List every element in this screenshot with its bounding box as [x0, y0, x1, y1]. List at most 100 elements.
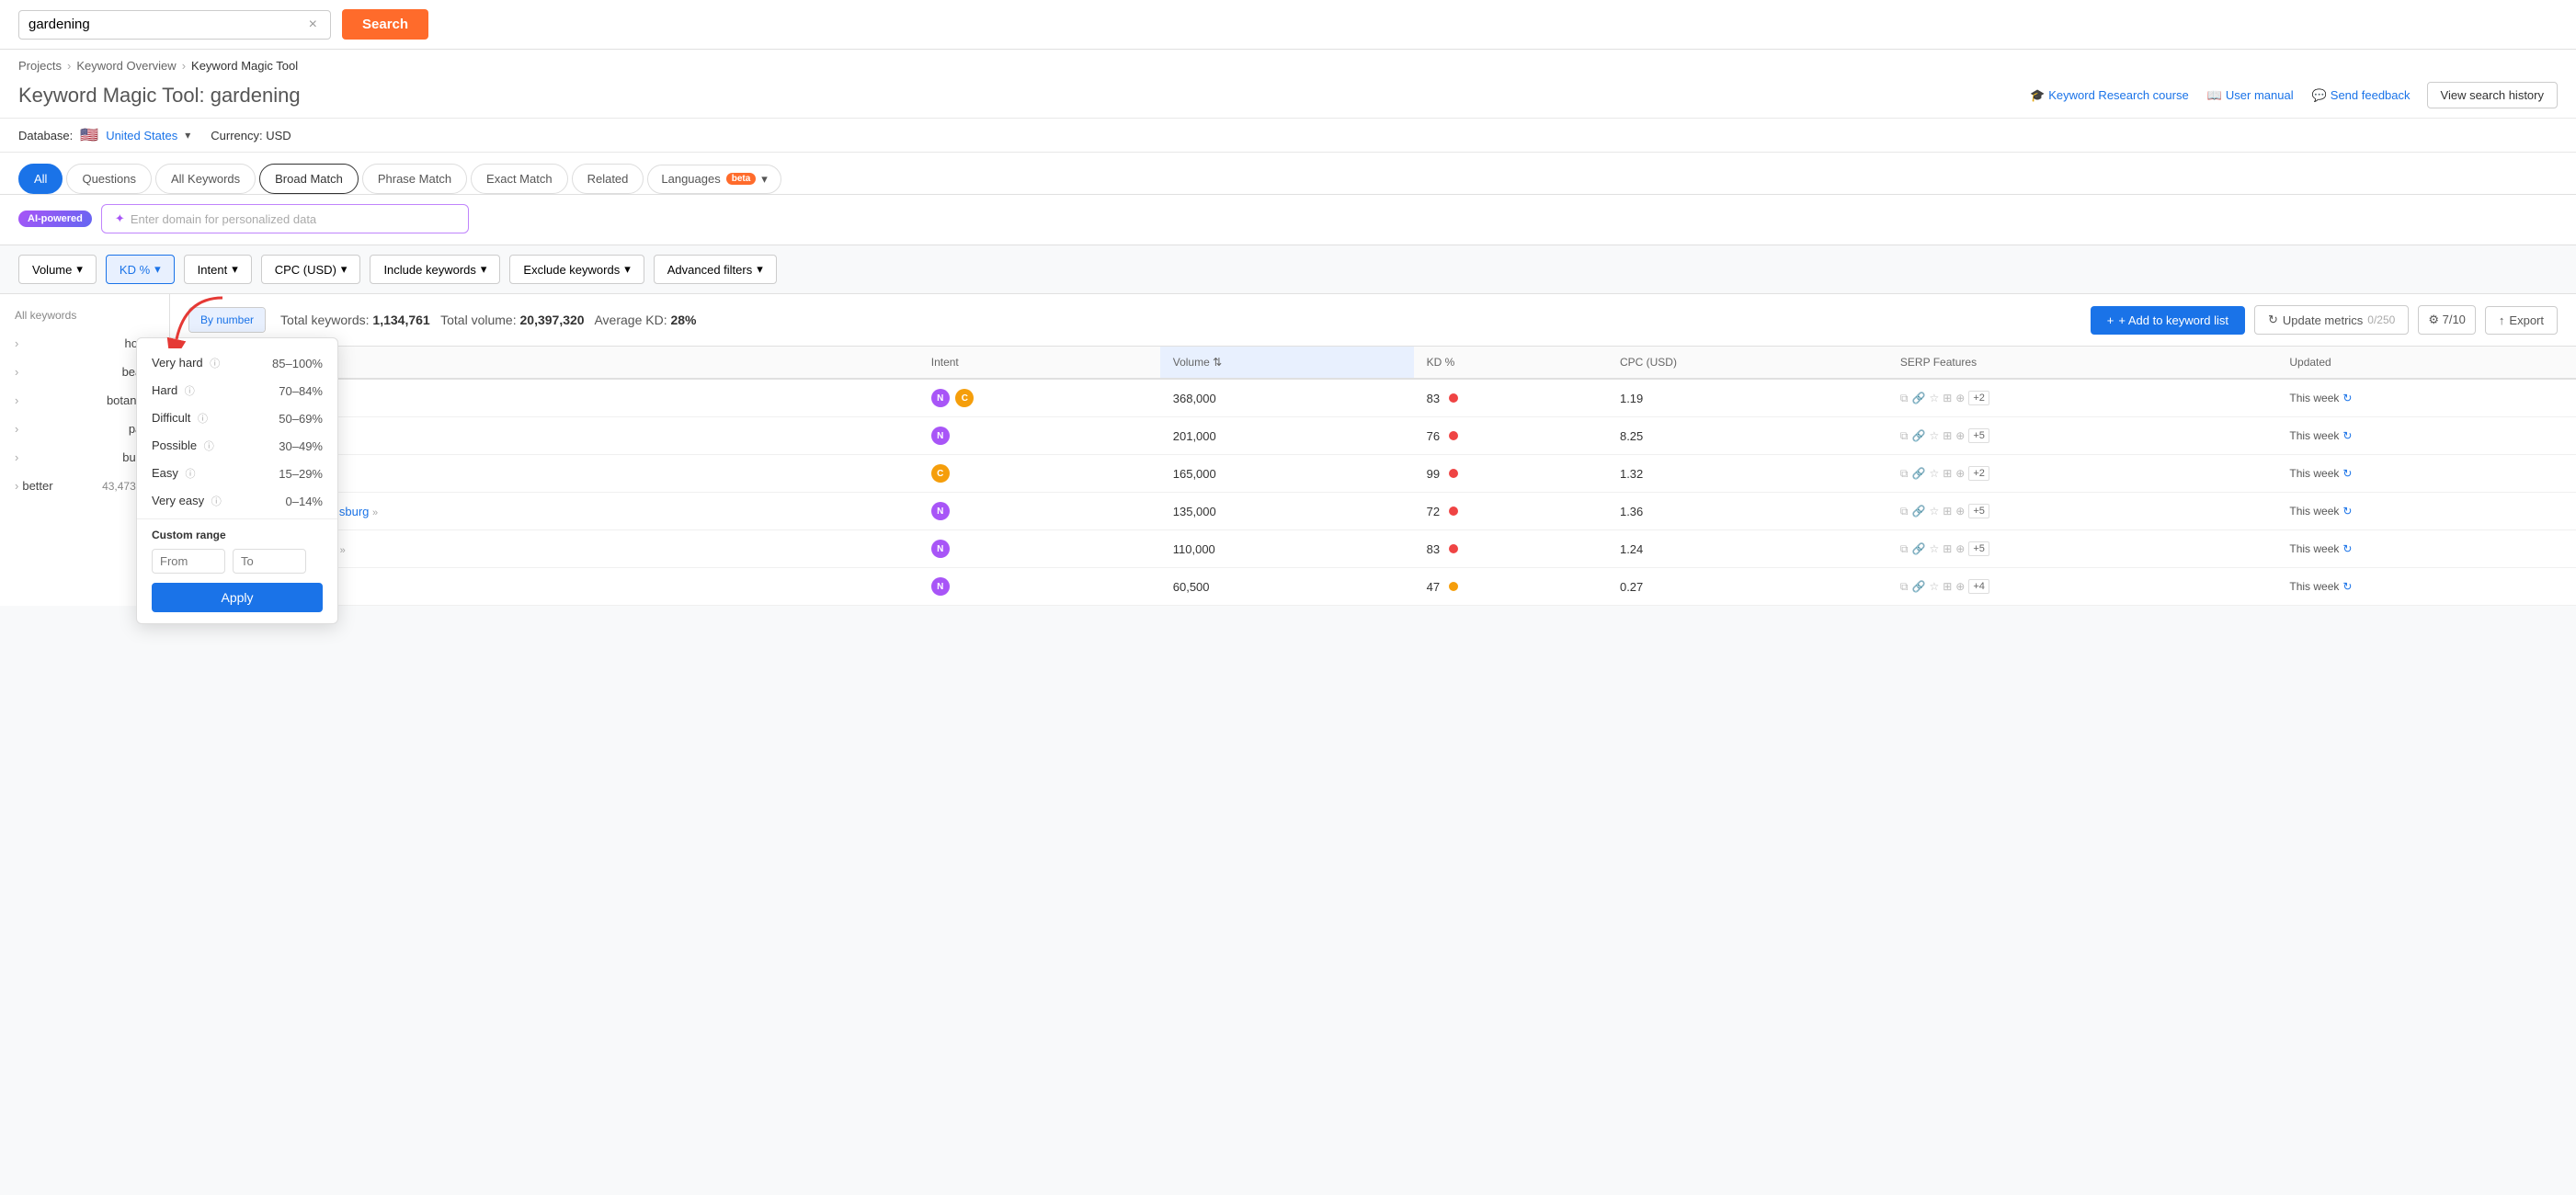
kd-custom-inputs [152, 549, 323, 574]
serp-icon-4: ⊞ [1943, 580, 1952, 593]
kd-option-very-hard[interactable]: Very hard ⓘ 85–100% [137, 349, 337, 377]
refresh-icon: ↻ [2268, 313, 2278, 327]
serp-plus: +5 [1968, 504, 1989, 518]
kd-custom-section: Custom range Apply [137, 518, 337, 623]
by-number-option[interactable]: By number [189, 308, 265, 332]
kd-apply-button[interactable]: Apply [152, 583, 323, 612]
country-dropdown-icon[interactable]: ▾ [185, 129, 190, 142]
row-refresh-icon[interactable]: ↻ [2342, 392, 2352, 404]
serp-icon-4: ⊞ [1943, 392, 1952, 404]
sub-header: Database: 🇺🇸 United States ▾ Currency: U… [0, 119, 2576, 153]
beta-badge: beta [726, 173, 757, 185]
serp-icon-5: ⊕ [1955, 429, 1965, 442]
add-to-list-button[interactable]: + + Add to keyword list [2091, 306, 2245, 335]
export-button[interactable]: ↑ Export [2485, 306, 2558, 335]
course-link[interactable]: 🎓 Keyword Research course [2030, 88, 2189, 103]
clear-search-icon[interactable]: × [309, 17, 317, 33]
row-refresh-icon[interactable]: ↻ [2342, 580, 2352, 593]
breadcrumb-sep-2: › [182, 59, 186, 73]
updated-cell: This week ↻ [2276, 568, 2576, 606]
intent-filter-btn[interactable]: Intent ▾ [184, 255, 252, 284]
tab-languages[interactable]: Languages beta ▾ [647, 165, 781, 194]
kd-info-easy[interactable]: ⓘ [186, 469, 196, 480]
kd-to-input[interactable] [233, 549, 306, 574]
intent-cell: C [918, 455, 1160, 493]
kd-cell: 72 [1414, 493, 1607, 530]
breadcrumb-projects[interactable]: Projects [18, 59, 62, 73]
serp-icon-4: ⊞ [1943, 429, 1952, 442]
advanced-filters-btn[interactable]: Advanced filters ▾ [654, 255, 777, 284]
intent-n-badge: N [931, 502, 950, 520]
tab-all[interactable]: All [18, 164, 63, 194]
ai-domain-input[interactable]: ✦ Enter domain for personalized data [101, 204, 469, 233]
kd-option-very-easy[interactable]: Very easy ⓘ 0–14% [137, 487, 337, 515]
cpc-filter-btn[interactable]: CPC (USD) ▾ [261, 255, 361, 284]
kd-option-possible[interactable]: Possible ⓘ 30–49% [137, 432, 337, 460]
breadcrumb-keyword-overview[interactable]: Keyword Overview [76, 59, 176, 73]
updated-cell: This week ↻ [2276, 530, 2576, 568]
updated-text: This week ↻ [2289, 429, 2563, 442]
country-link[interactable]: United States [106, 129, 177, 142]
sidebar-chevron-botanical: › [15, 393, 18, 407]
tab-phrase-match[interactable]: Phrase Match [362, 164, 467, 194]
serp-icon-3: ☆ [1929, 580, 1939, 593]
tabs-bar: All Questions All Keywords Broad Match P… [0, 153, 2576, 195]
tab-exact-match[interactable]: Exact Match [471, 164, 568, 194]
updated-text: This week ↻ [2289, 392, 2563, 404]
breadcrumb: Projects › Keyword Overview › Keyword Ma… [0, 50, 2576, 76]
intent-cell: N C [918, 379, 1160, 417]
kd-option-hard[interactable]: Hard ⓘ 70–84% [137, 377, 337, 404]
cpc-cell: 1.24 [1607, 530, 1887, 568]
updated-text: This week ↻ [2289, 505, 2563, 518]
kd-info-hard[interactable]: ⓘ [185, 386, 195, 397]
row-refresh-icon[interactable]: ↻ [2342, 542, 2352, 555]
row-refresh-icon[interactable]: ↻ [2342, 429, 2352, 442]
serp-icon-1: ⧉ [1900, 505, 1909, 518]
manual-link[interactable]: 📖 User manual [2207, 88, 2294, 103]
kd-option-easy[interactable]: Easy ⓘ 15–29% [137, 460, 337, 487]
ai-bar: AI-powered ✦ Enter domain for personaliz… [0, 195, 2576, 245]
tab-broad-match[interactable]: Broad Match [259, 164, 359, 194]
settings-button[interactable]: ⚙ 7/10 [2418, 305, 2476, 335]
search-input[interactable]: gardening [28, 17, 309, 32]
volume-cell: 135,000 [1160, 493, 1414, 530]
table-header: Keyword Intent Volume ⇅ KD % CPC (USD) S… [170, 347, 2576, 379]
row-refresh-icon[interactable]: ↻ [2342, 467, 2352, 480]
volume-filter-btn[interactable]: Volume ▾ [18, 255, 97, 284]
serp-cell: ⧉ 🔗 ☆ ⊞ ⊕ +5 [1887, 530, 2276, 568]
kd-chevron-icon: ▾ [154, 262, 161, 277]
intent-chevron-icon: ▾ [232, 262, 238, 277]
col-updated: Updated [2276, 347, 2576, 379]
kd-info-very-hard[interactable]: ⓘ [210, 358, 220, 370]
exclude-keywords-btn[interactable]: Exclude keywords ▾ [509, 255, 644, 284]
kd-from-input[interactable] [152, 549, 225, 574]
serp-icon-3: ☆ [1929, 542, 1939, 555]
kd-option-difficult[interactable]: Difficult ⓘ 50–69% [137, 404, 337, 432]
kd-filter-btn[interactable]: KD % ▾ [106, 255, 175, 284]
serp-plus: +4 [1968, 579, 1989, 594]
kd-info-difficult[interactable]: ⓘ [198, 414, 208, 425]
intent-n-badge: N [931, 577, 950, 596]
update-metrics-button[interactable]: ↻ Update metrics 0/250 [2254, 305, 2409, 335]
view-history-button[interactable]: View search history [2427, 82, 2558, 108]
header-links: 🎓 Keyword Research course 📖 User manual … [2030, 88, 2410, 103]
sidebar-chevron-beach: › [15, 365, 18, 379]
col-volume[interactable]: Volume ⇅ [1160, 347, 1414, 379]
intent-cell: N [918, 530, 1160, 568]
tab-questions[interactable]: Questions [66, 164, 152, 194]
tab-all-keywords[interactable]: All Keywords [155, 164, 256, 194]
row-refresh-icon[interactable]: ↻ [2342, 505, 2352, 518]
feedback-link[interactable]: 💬 Send feedback [2312, 88, 2411, 103]
tab-related[interactable]: Related [572, 164, 644, 194]
kd-cell: 83 [1414, 379, 1607, 417]
sparkle-icon: ✦ [115, 211, 125, 226]
kd-info-possible[interactable]: ⓘ [204, 441, 214, 452]
include-keywords-btn[interactable]: Include keywords ▾ [370, 255, 500, 284]
kd-info-very-easy[interactable]: ⓘ [211, 496, 222, 507]
updated-text: This week ↻ [2289, 542, 2563, 555]
serp-icon-5: ⊕ [1955, 467, 1965, 480]
include-chevron-icon: ▾ [481, 262, 487, 277]
kd-cell: 83 [1414, 530, 1607, 568]
table-row: ⊕ botanical gardens » C 165,000 99 1.32 [170, 455, 2576, 493]
search-button[interactable]: Search [342, 9, 428, 40]
